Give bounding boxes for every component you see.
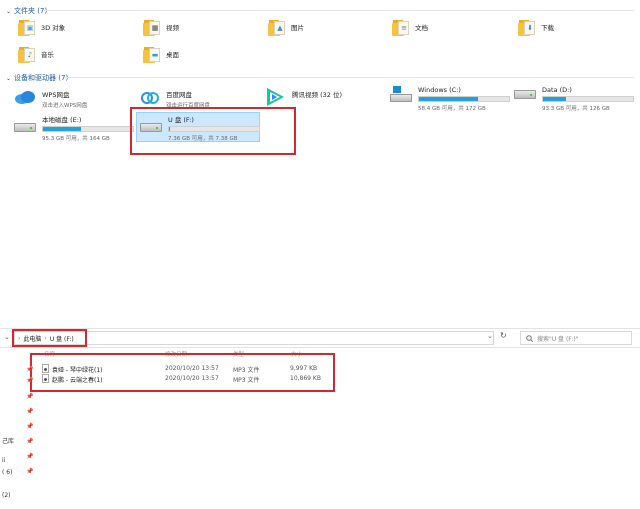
drive-subtext: 95.3 GB 可用，共 164 GB xyxy=(42,136,110,142)
drive-usage-bar xyxy=(418,96,510,102)
drive-name: 腾讯视频 (32 位) xyxy=(292,91,342,99)
baidu-netdisk-icon xyxy=(141,92,159,104)
music-icon: ♪ xyxy=(18,46,36,63)
drive-item-local-e[interactable]: 本地磁盘 (E:) 95.3 GB 可用，共 164 GB xyxy=(14,114,134,142)
pin-icon: 📌 xyxy=(26,377,34,384)
folders-section-title: 文件夹 (7) xyxy=(14,7,48,15)
drive-usage-bar xyxy=(42,126,134,132)
pin-icon: 📌 xyxy=(26,408,34,415)
chevron-down-icon[interactable]: ⌄ xyxy=(4,333,10,341)
tencent-video-icon xyxy=(267,88,284,106)
folder-item-3d-objects[interactable]: ▣ 3D 对象 xyxy=(18,19,65,36)
folder-label: 文档 xyxy=(415,24,428,32)
desktop-icon: ▬ xyxy=(143,46,161,63)
folder-item-downloads[interactable]: ⬇ 下载 xyxy=(518,19,554,36)
drive-name: Windows (C:) xyxy=(418,86,461,94)
nav-item-library[interactable]: 己库 xyxy=(2,436,14,445)
pictures-icon: ▲ xyxy=(268,19,286,36)
folder-item-desktop[interactable]: ▬ 桌面 xyxy=(143,46,179,63)
devices-section-header[interactable]: ⌄ 设备和驱动器 (7) xyxy=(6,73,68,83)
section-divider xyxy=(64,77,634,78)
annotation-box-file-list xyxy=(30,353,335,392)
refresh-icon[interactable]: ↻ xyxy=(500,331,507,340)
hard-drive-icon xyxy=(14,123,36,132)
search-placeholder: 搜索"U 盘 (F:)" xyxy=(537,335,579,343)
videos-icon: ▦ xyxy=(143,19,161,36)
folder-item-pictures[interactable]: ▲ 图片 xyxy=(268,19,304,36)
folder-label: 图片 xyxy=(291,24,304,32)
folder-item-videos[interactable]: ▦ 视频 xyxy=(143,19,179,36)
drive-item-baidu-netdisk[interactable]: 百度网盘 双击运行百度网盘 xyxy=(140,89,210,109)
drive-name: 百度网盘 xyxy=(166,91,192,99)
drive-subtext: 58.4 GB 可用，共 172 GB xyxy=(418,106,486,112)
documents-icon: ≡ xyxy=(392,19,410,36)
drive-name: Data (D:) xyxy=(542,86,572,94)
pin-icon: 📌 xyxy=(26,366,34,373)
annotation-box-usb-drive xyxy=(130,107,296,155)
drive-name: WPS网盘 xyxy=(42,91,70,99)
chevron-down-icon: ⌄ xyxy=(6,74,12,82)
hard-drive-icon xyxy=(514,90,536,99)
folder-label: 3D 对象 xyxy=(41,24,66,32)
nav-item[interactable]: ii xyxy=(2,457,5,464)
folder-item-music[interactable]: ♪ 音乐 xyxy=(18,46,54,63)
chevron-down-icon: ⌄ xyxy=(6,7,12,15)
downloads-icon: ⬇ xyxy=(518,19,536,36)
pin-icon: 📌 xyxy=(26,423,34,430)
drive-subtext: 双击进入WPS网盘 xyxy=(42,103,88,109)
3d-objects-icon: ▣ xyxy=(18,19,36,36)
drive-usage-bar xyxy=(542,96,634,102)
folder-label: 下载 xyxy=(541,24,554,32)
folders-section-header[interactable]: ⌄ 文件夹 (7) xyxy=(6,6,47,16)
section-divider xyxy=(44,10,634,11)
pin-icon: 📌 xyxy=(26,438,34,445)
search-icon xyxy=(526,334,533,342)
drive-subtext: 93.3 GB 可用，共 126 GB xyxy=(542,106,610,112)
drive-item-wps-cloud[interactable]: WPS网盘 双击进入WPS网盘 xyxy=(14,89,87,109)
dropdown-chevron-icon[interactable]: ⌄ xyxy=(487,332,493,340)
drive-name: 本地磁盘 (E:) xyxy=(42,116,82,124)
pin-icon: 📌 xyxy=(26,468,34,475)
folder-label: 音乐 xyxy=(41,51,54,59)
folder-label: 桌面 xyxy=(166,51,179,59)
annotation-box-breadcrumb xyxy=(12,329,87,347)
nav-item[interactable]: ( 6) xyxy=(2,469,12,476)
folder-label: 视频 xyxy=(166,24,179,32)
drive-item-data-d[interactable]: Data (D:) 93.3 GB 可用，共 126 GB xyxy=(514,86,634,112)
drive-item-tencent-video[interactable]: 腾讯视频 (32 位) xyxy=(264,86,342,108)
devices-section-title: 设备和驱动器 (7) xyxy=(14,74,69,82)
nav-item[interactable]: (2) xyxy=(2,492,11,499)
drive-item-windows-c[interactable]: Windows (C:) 58.4 GB 可用，共 172 GB xyxy=(390,86,510,112)
windows-drive-icon xyxy=(390,86,412,102)
wps-cloud-icon xyxy=(15,91,35,104)
pin-icon: 📌 xyxy=(26,453,34,460)
folder-item-documents[interactable]: ≡ 文档 xyxy=(392,19,428,36)
pin-icon: 📌 xyxy=(26,393,34,400)
search-input[interactable]: 搜索"U 盘 (F:)" xyxy=(520,331,632,345)
